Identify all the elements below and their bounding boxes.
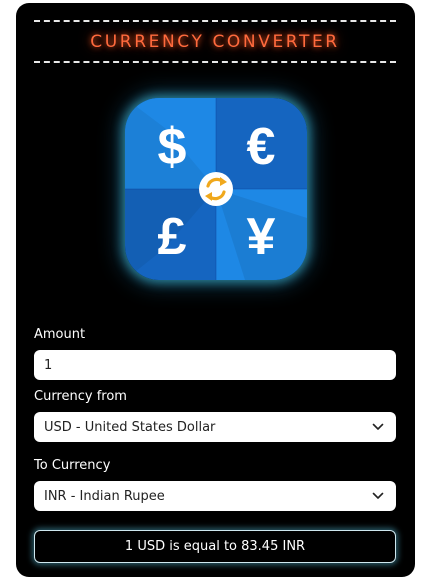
header: CURRENCY CONVERTER	[34, 20, 396, 63]
currency-logo: $ € £ ¥	[125, 98, 307, 280]
amount-label: Amount	[34, 327, 86, 342]
pound-icon: £	[158, 208, 187, 266]
currency-logo-graphic: $ € £ ¥	[125, 98, 307, 280]
currency-from-select[interactable]: USD - United States Dollar	[34, 412, 396, 442]
swap-icon	[199, 172, 233, 206]
currency-to-label: To Currency	[34, 458, 111, 473]
yen-icon: ¥	[247, 208, 276, 266]
chevron-down-icon	[372, 492, 384, 499]
conversion-result: 1 USD is equal to 83.45 INR	[34, 530, 396, 563]
currency-from-value: USD - United States Dollar	[44, 419, 216, 435]
svg-text:$: $	[158, 118, 187, 176]
svg-text:€: €	[247, 118, 276, 176]
amount-input[interactable]: 1	[34, 350, 396, 380]
currency-to-select[interactable]: INR - Indian Rupee	[34, 481, 396, 511]
converter-card: CURRENCY CONVERTER $ € £ ¥ Amount 1 Curr…	[16, 3, 415, 577]
page-title: CURRENCY CONVERTER	[90, 31, 340, 52]
dollar-icon: $	[158, 118, 187, 176]
amount-input-value: 1	[44, 357, 53, 373]
currency-to-value: INR - Indian Rupee	[44, 488, 165, 504]
chevron-down-icon	[372, 423, 384, 430]
conversion-result-text: 1 USD is equal to 83.45 INR	[124, 539, 306, 554]
euro-icon: €	[247, 118, 276, 176]
svg-text:£: £	[158, 208, 187, 266]
currency-from-label: Currency from	[34, 389, 127, 404]
svg-text:¥: ¥	[247, 208, 276, 266]
